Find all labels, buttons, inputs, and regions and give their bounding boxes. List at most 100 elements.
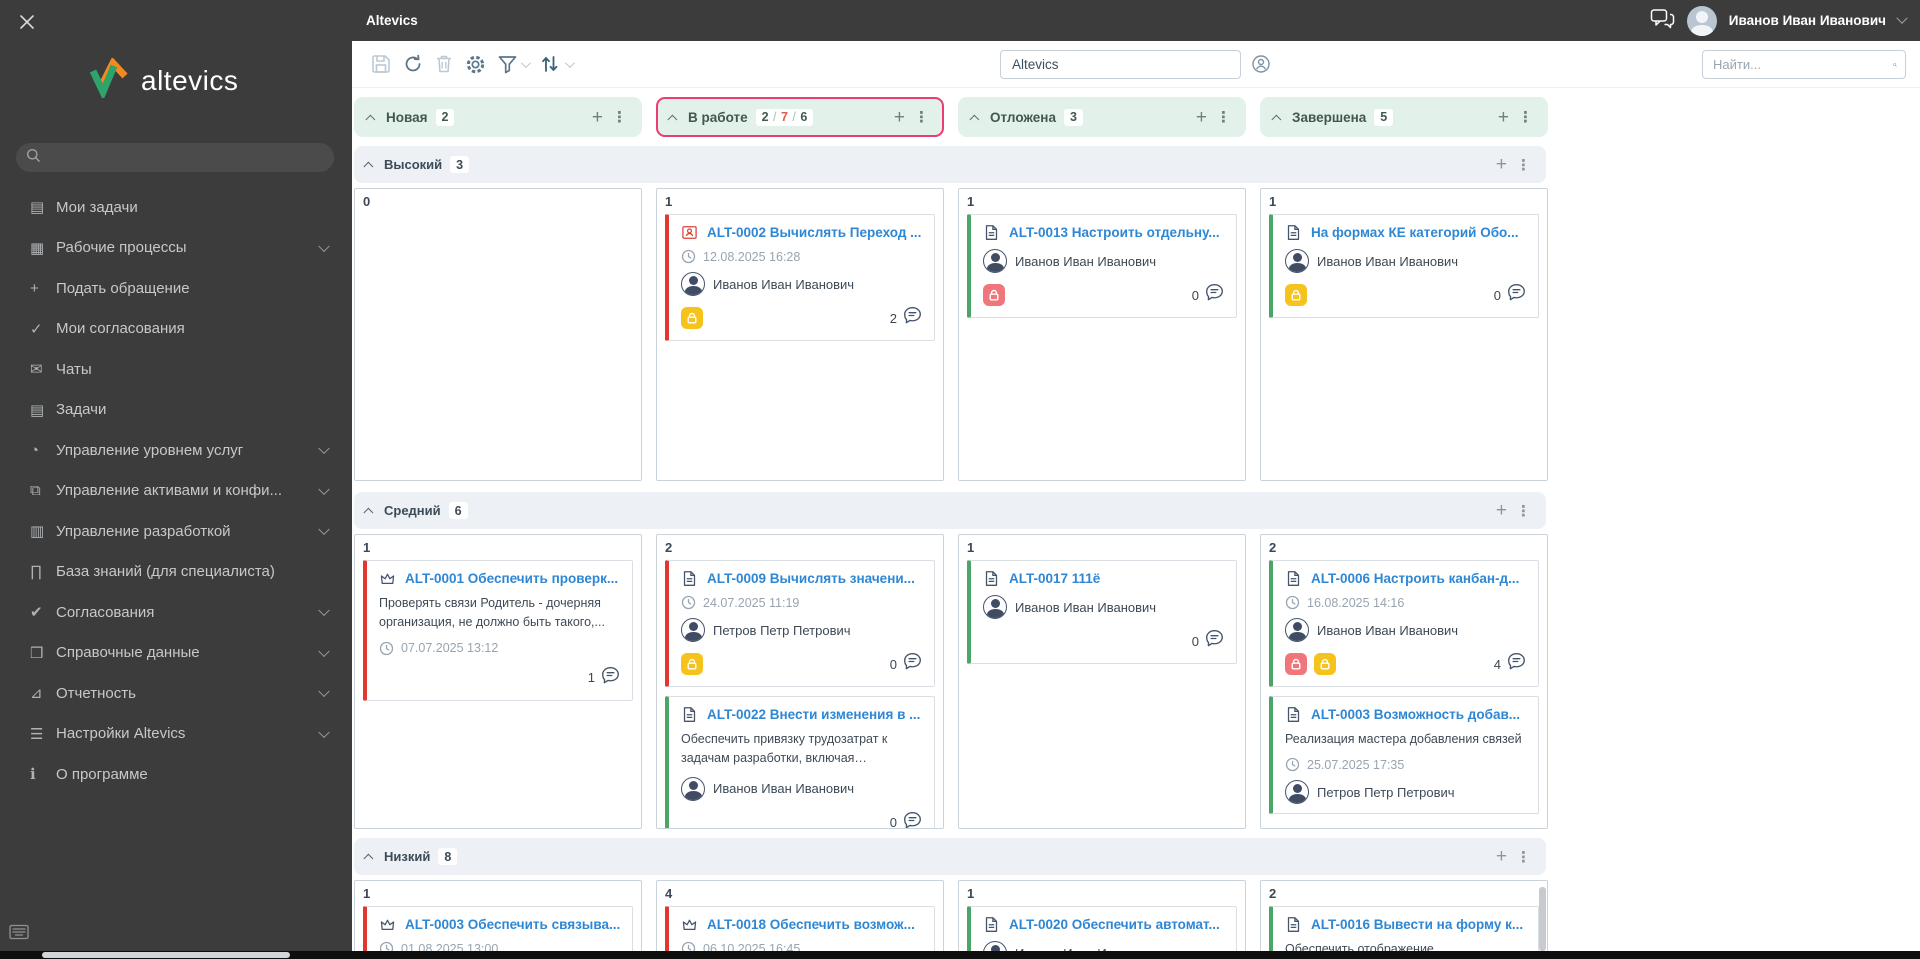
card-title-link[interactable]: ALT-0009 Вычислять значени...	[707, 571, 915, 586]
card-title-link[interactable]: ALT-0002 Вычислять Переход ...	[707, 225, 921, 240]
sidebar-item-7[interactable]: ◔ Управление уровнем услуг	[0, 430, 352, 471]
chevron-down-icon[interactable]	[318, 483, 330, 495]
column-header[interactable]: Завершена 5 + ⋮	[1260, 97, 1548, 137]
comment-bubble-icon[interactable]	[1204, 628, 1225, 654]
card-title-link[interactable]: ALT-0001 Обеспечить проверк...	[405, 571, 618, 586]
search-input[interactable]	[1703, 57, 1893, 72]
filter-icon[interactable]	[497, 54, 531, 75]
user-menu-chevron-icon[interactable]	[1896, 12, 1908, 24]
column-menu-icon[interactable]: ⋮	[609, 108, 630, 126]
collapse-column-icon[interactable]	[1271, 114, 1282, 125]
column-header[interactable]: В работе 2 / 7 / 6 + ⋮	[656, 97, 944, 137]
user-name[interactable]: Иванов Иван Иванович	[1729, 13, 1886, 28]
collapse-swimlane-icon[interactable]	[363, 507, 374, 518]
comment-bubble-icon[interactable]	[600, 665, 621, 691]
sidebar-search-input[interactable]	[16, 143, 334, 172]
card-title-link[interactable]: ALT-0022 Внести изменения в ...	[707, 707, 920, 722]
collapse-column-icon[interactable]	[667, 114, 678, 125]
task-card[interactable]: ALT-0022 Внести изменения в ... Обеспечит…	[665, 696, 935, 828]
card-title-link[interactable]: На формах КЕ категорий Обо...	[1311, 225, 1519, 240]
sort-icon[interactable]	[538, 53, 575, 75]
gear-icon[interactable]	[464, 53, 487, 76]
chevron-down-icon[interactable]	[318, 726, 330, 738]
swimlane-menu-icon[interactable]: ⋮	[1513, 502, 1534, 520]
chevron-down-icon[interactable]	[318, 645, 330, 657]
sidebar-item-3[interactable]: + Подать обращение	[0, 268, 352, 309]
card-title-link[interactable]: ALT-0016 Вывести на форму к...	[1311, 917, 1523, 932]
task-card[interactable]: ALT-0003 Возможность добав... Реализация …	[1269, 696, 1539, 815]
add-card-button[interactable]: +	[1190, 108, 1213, 127]
task-card[interactable]: На формах КЕ категорий Обо... Иванов Иван…	[1269, 214, 1539, 318]
comment-bubble-icon[interactable]	[1506, 282, 1527, 308]
task-card[interactable]: ALT-0017 111ё Иванов Иван Иванович 0	[967, 560, 1237, 664]
sidebar-item-8[interactable]: ⧉ Управление активами и конфи...	[0, 471, 352, 512]
chevron-down-icon[interactable]	[318, 604, 330, 617]
add-card-button[interactable]: +	[1490, 501, 1513, 520]
refresh-icon[interactable]	[402, 53, 424, 75]
save-icon[interactable]	[370, 53, 392, 75]
column-header[interactable]: Отложена 3 + ⋮	[958, 97, 1246, 137]
task-card[interactable]: ALT-0013 Настроить отдельну... Иванов Ива…	[967, 214, 1237, 318]
sidebar-item-14[interactable]: ☰ Настройки Altevics	[0, 714, 352, 755]
sidebar-item-15[interactable]: ℹ О программе	[0, 754, 352, 795]
sidebar-item-1[interactable]: ▤ Мои задачи	[0, 187, 352, 228]
comment-bubble-icon[interactable]	[1204, 282, 1225, 308]
sidebar-item-13[interactable]: ⊿ Отчетность	[0, 673, 352, 714]
collapse-swimlane-icon[interactable]	[363, 853, 374, 864]
chevron-down-icon[interactable]	[318, 685, 330, 698]
vertical-scrollbar-thumb[interactable]	[1539, 887, 1546, 951]
person-circle-icon[interactable]	[1251, 54, 1271, 79]
comment-bubble-icon[interactable]	[902, 651, 923, 677]
card-title-link[interactable]: ALT-0003 Возможность добав...	[1311, 707, 1520, 722]
swimlane-header[interactable]: Низкий 8 + ⋮	[354, 838, 1546, 875]
column-menu-icon[interactable]: ⋮	[1213, 108, 1234, 126]
sidebar-item-12[interactable]: ❒ Справочные данные	[0, 633, 352, 674]
sidebar-item-6[interactable]: ▤ Задачи	[0, 390, 352, 431]
chevron-down-icon[interactable]	[318, 240, 330, 252]
sort-chevron-icon[interactable]	[564, 57, 575, 68]
card-title-link[interactable]: ALT-0018 Обеспечить возмож...	[707, 917, 915, 932]
sidebar-item-5[interactable]: ✉ Чаты	[0, 349, 352, 390]
swimlane-header[interactable]: Высокий 3 + ⋮	[354, 146, 1546, 183]
collapse-column-icon[interactable]	[365, 114, 376, 125]
chevron-down-icon[interactable]	[318, 442, 330, 455]
sidebar-item-10[interactable]: ∏ База знаний (для специалиста)	[0, 552, 352, 593]
filter-chevron-icon[interactable]	[520, 57, 531, 68]
add-card-button[interactable]: +	[1490, 155, 1513, 174]
board-select[interactable]: Altevics	[1000, 50, 1241, 79]
column-menu-icon[interactable]: ⋮	[911, 108, 932, 126]
task-card[interactable]: ALT-0001 Обеспечить проверк... Проверять …	[363, 560, 633, 701]
card-title-link[interactable]: ALT-0020 Обеспечить автомат...	[1009, 917, 1220, 932]
swimlane-header[interactable]: Средний 6 + ⋮	[354, 492, 1546, 529]
comment-bubble-icon[interactable]	[902, 305, 923, 331]
sidebar-item-11[interactable]: ✔ Согласования	[0, 592, 352, 633]
add-card-button[interactable]: +	[1492, 108, 1515, 127]
sidebar-item-9[interactable]: ▥ Управление разработкой	[0, 511, 352, 552]
close-sidebar-icon[interactable]	[18, 13, 36, 31]
add-card-button[interactable]: +	[586, 108, 609, 127]
keyboard-toggle-icon[interactable]	[9, 923, 29, 946]
horizontal-scrollbar-thumb[interactable]	[42, 952, 290, 958]
swimlane-menu-icon[interactable]: ⋮	[1513, 156, 1534, 174]
card-title-link[interactable]: ALT-0013 Настроить отдельну...	[1009, 225, 1220, 240]
sidebar-item-2[interactable]: ▦ Рабочие процессы	[0, 228, 352, 269]
card-title-link[interactable]: ALT-0003 Обеспечить связыва...	[405, 917, 620, 932]
card-title-link[interactable]: ALT-0006 Настроить канбан-д...	[1311, 571, 1519, 586]
chat-icon[interactable]	[1650, 8, 1675, 34]
sidebar-item-4[interactable]: ✓ Мои согласования	[0, 309, 352, 350]
column-menu-icon[interactable]: ⋮	[1515, 108, 1536, 126]
column-header[interactable]: Новая 2 + ⋮	[354, 97, 642, 137]
comment-bubble-icon[interactable]	[902, 810, 923, 828]
comment-bubble-icon[interactable]	[1506, 651, 1527, 677]
task-card[interactable]: ALT-0006 Настроить канбан-д... 16.08.2025…	[1269, 560, 1539, 687]
add-card-button[interactable]: +	[1490, 847, 1513, 866]
task-card[interactable]: ALT-0009 Вычислять значени... 24.07.2025 …	[665, 560, 935, 687]
task-card[interactable]: ALT-0002 Вычислять Переход ... 12.08.2025…	[665, 214, 935, 341]
trash-icon[interactable]	[434, 53, 454, 75]
add-card-button[interactable]: +	[888, 108, 911, 127]
swimlane-menu-icon[interactable]: ⋮	[1513, 848, 1534, 866]
collapse-column-icon[interactable]	[969, 114, 980, 125]
chevron-down-icon[interactable]	[318, 523, 330, 536]
user-avatar[interactable]	[1686, 5, 1717, 36]
collapse-swimlane-icon[interactable]	[363, 161, 374, 172]
